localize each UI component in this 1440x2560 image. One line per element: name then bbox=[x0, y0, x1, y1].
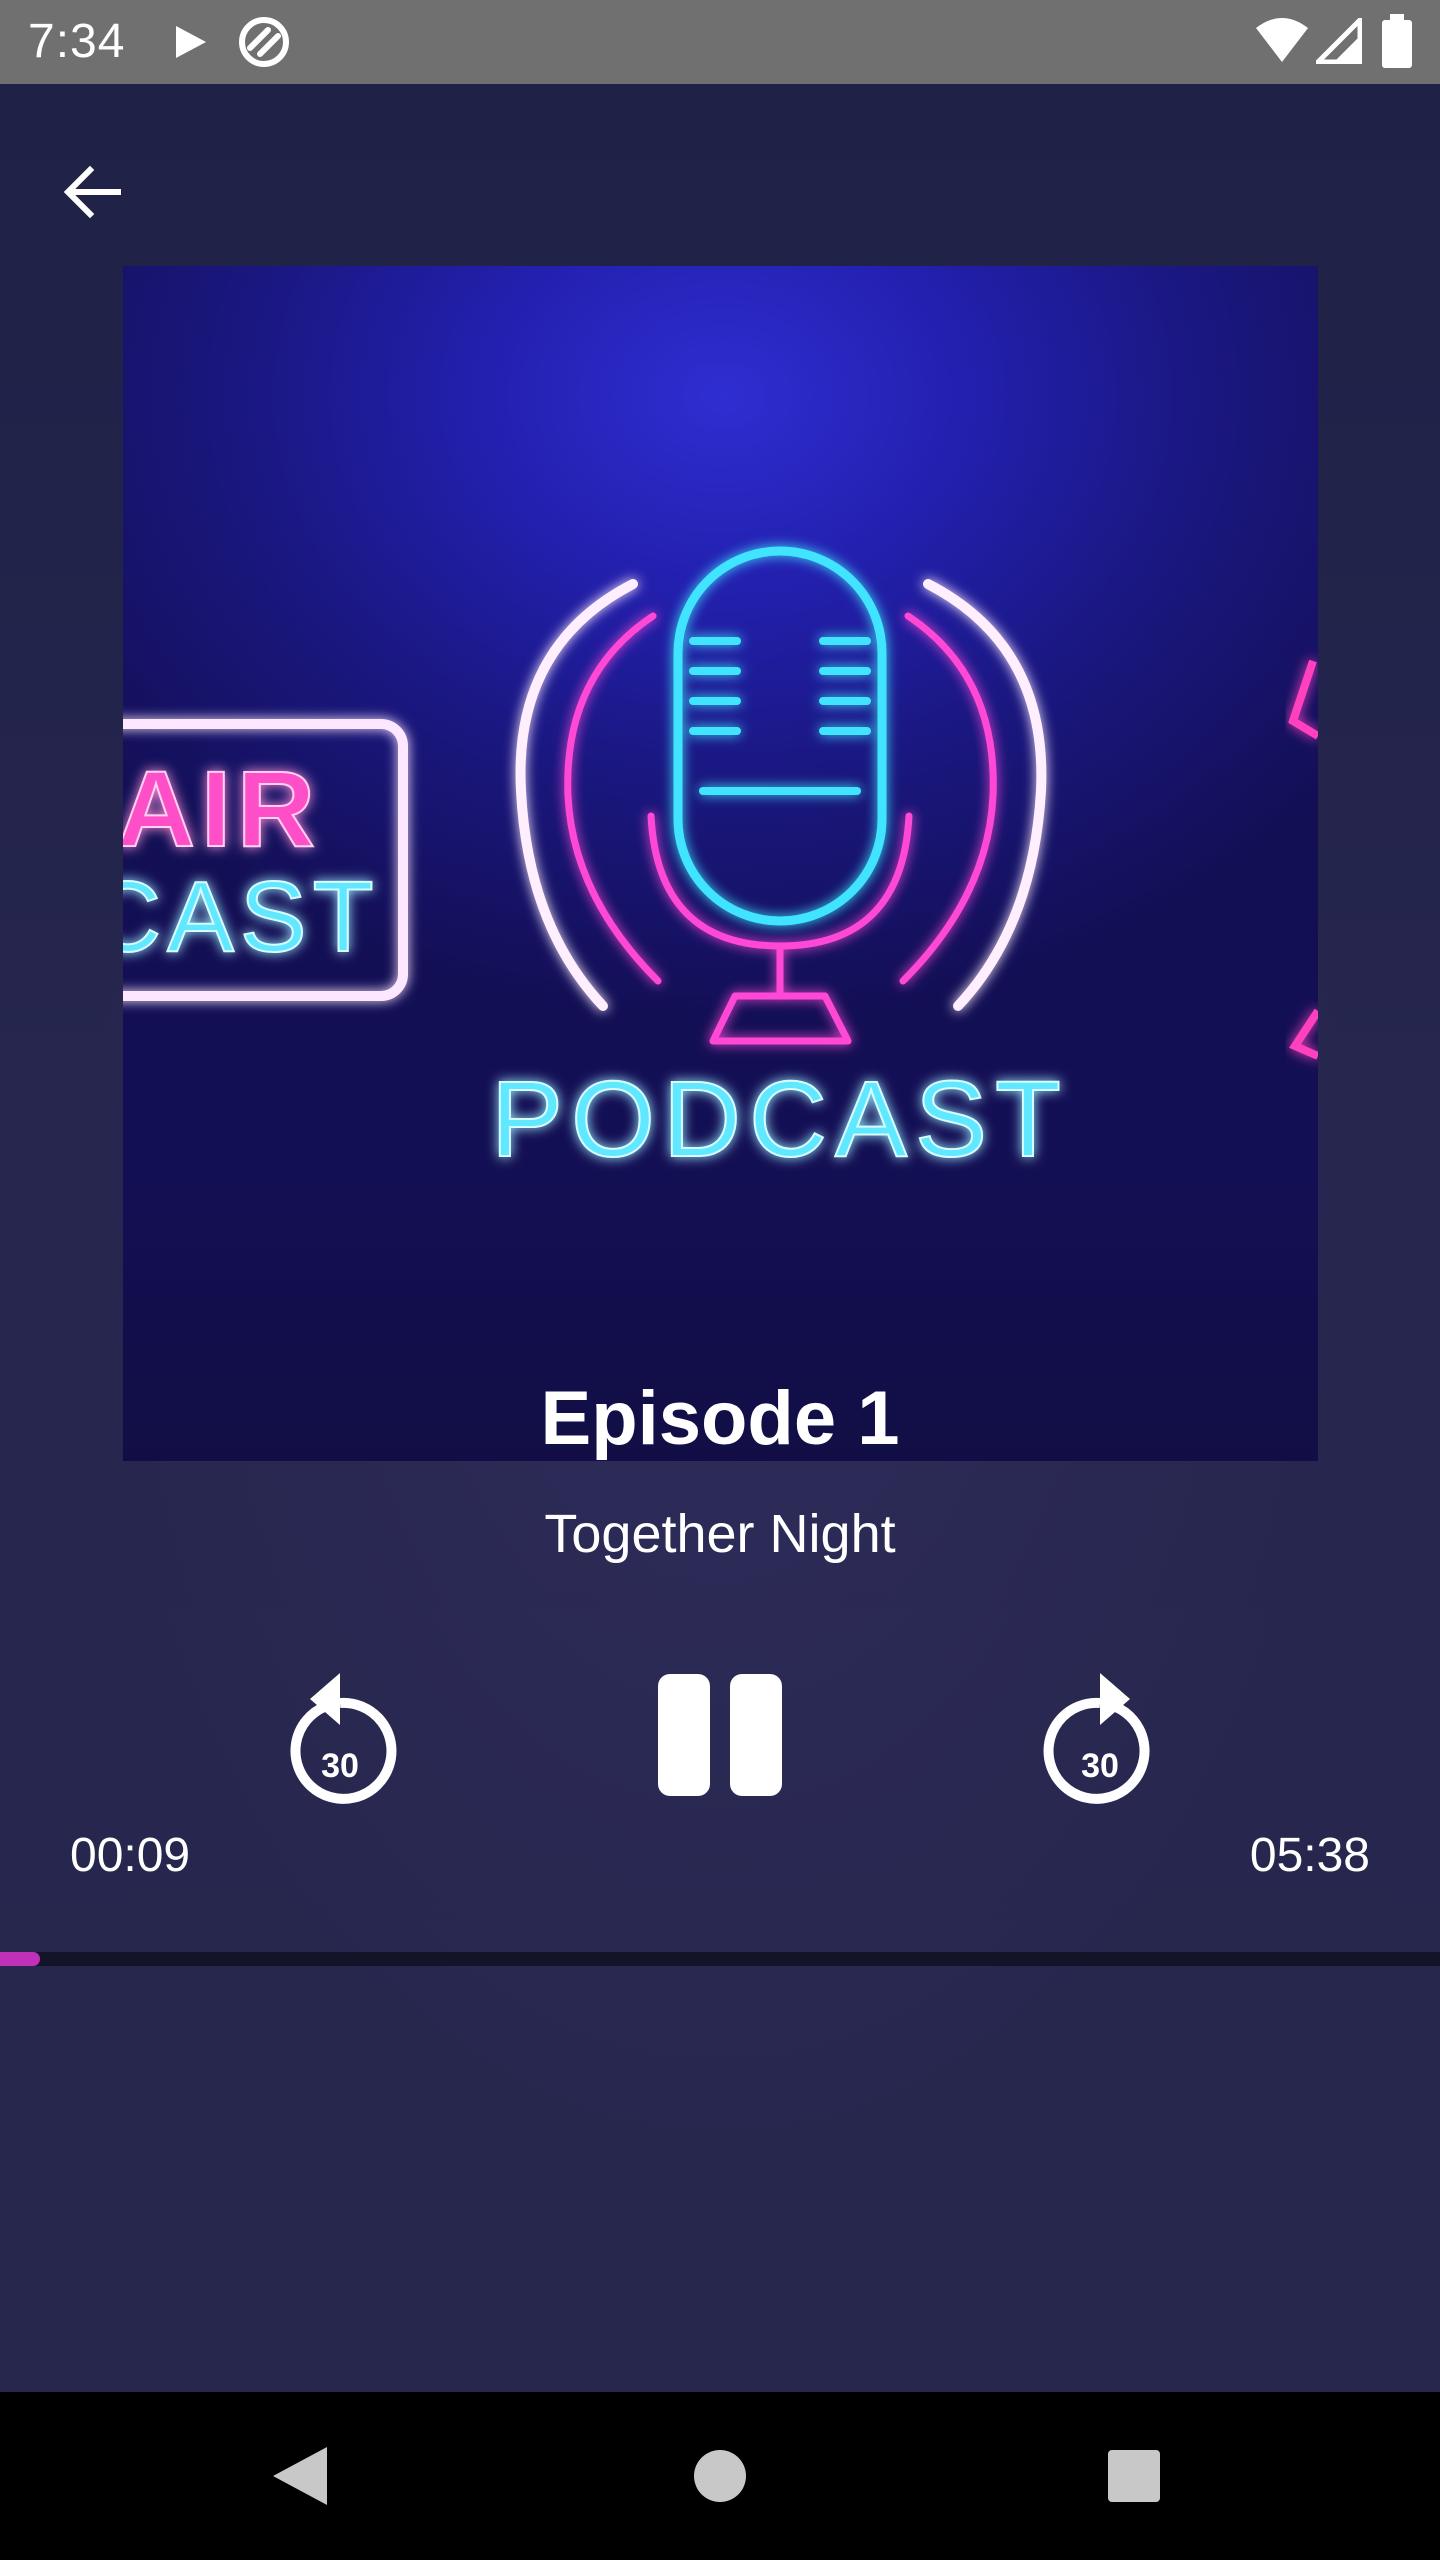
nav-recents-button[interactable] bbox=[1084, 2426, 1184, 2526]
episode-subtitle: Together Night bbox=[544, 1504, 896, 1564]
total-time: 05:38 bbox=[1249, 1829, 1370, 1882]
podcast-artwork: AIR CAST PODCAST bbox=[123, 266, 1318, 1461]
right-neon-fragment bbox=[1288, 659, 1318, 1060]
status-time: 7:34 bbox=[28, 15, 126, 68]
nav-back-icon bbox=[273, 2447, 327, 2505]
artwork-text-podcast: PODCAST bbox=[491, 1058, 1069, 1179]
forward-label: 30 bbox=[1081, 1747, 1119, 1785]
microphone bbox=[673, 546, 887, 926]
pause-button[interactable] bbox=[640, 1654, 800, 1814]
signal-icon bbox=[1316, 18, 1362, 64]
player-screen: AIR CAST PODCAST Episode 1 Together Nigh… bbox=[0, 84, 1440, 2392]
arrow-left-icon bbox=[63, 165, 121, 219]
status-bar: 7:34 bbox=[0, 0, 1440, 84]
battery-icon bbox=[1382, 14, 1412, 68]
back-button[interactable] bbox=[48, 148, 136, 236]
artwork-illustration: AIR CAST PODCAST bbox=[123, 546, 1318, 1180]
play-icon bbox=[176, 26, 206, 58]
rewind-30-button[interactable]: 30 bbox=[280, 1659, 400, 1809]
inner-arcs bbox=[564, 612, 997, 985]
artwork-text-cast: CAST bbox=[123, 861, 380, 973]
forward-30-button[interactable]: 30 bbox=[1040, 1659, 1160, 1809]
episode-title: Episode 1 bbox=[540, 1376, 900, 1461]
replay-30-icon: 30 bbox=[290, 1673, 397, 1804]
nav-recents-icon bbox=[1108, 2450, 1160, 2502]
progress-bar[interactable] bbox=[0, 1952, 1440, 1966]
wifi-icon bbox=[1256, 18, 1308, 62]
navigation-bar bbox=[0, 2392, 1440, 2560]
nav-back-button[interactable] bbox=[250, 2426, 350, 2526]
nav-home-button[interactable] bbox=[670, 2426, 770, 2526]
nav-home-icon bbox=[694, 2450, 746, 2502]
mic-holder bbox=[647, 812, 913, 1045]
rewind-label: 30 bbox=[321, 1747, 359, 1785]
current-time: 00:09 bbox=[70, 1829, 191, 1882]
progress-fill bbox=[0, 1952, 41, 1966]
sync-icon bbox=[239, 17, 289, 67]
forward-30-icon: 30 bbox=[1043, 1673, 1150, 1804]
artwork-text-air: AIR bbox=[123, 748, 321, 869]
pause-icon bbox=[640, 1654, 800, 1814]
